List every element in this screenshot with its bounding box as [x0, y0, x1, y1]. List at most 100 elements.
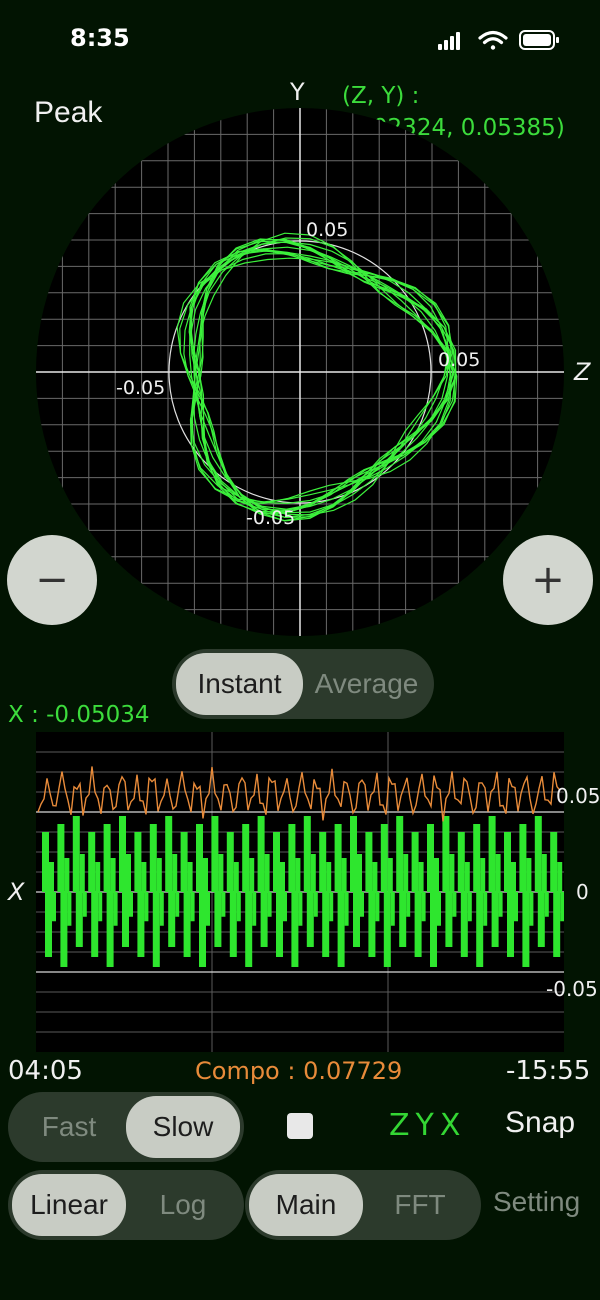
waveform-bar [60, 892, 68, 967]
waveform-bar [175, 892, 180, 917]
log-option[interactable]: Log [126, 1174, 240, 1236]
waveform-bar [414, 892, 422, 957]
waveform-bar [64, 858, 70, 892]
average-option[interactable]: Average [303, 653, 430, 715]
waveform-bar [319, 832, 327, 892]
compo-readout: Compo : 0.07729 [195, 1057, 403, 1085]
waveform-bar [156, 858, 162, 892]
waveform-bar [557, 862, 563, 892]
waveform-bar [172, 854, 178, 892]
waveform-bar [457, 832, 465, 892]
waveform-bar [390, 892, 395, 926]
waveform-bar [464, 862, 470, 892]
waveform-bar [291, 892, 299, 967]
status-time: 8:35 [70, 24, 130, 52]
waveform-bar [298, 892, 303, 926]
waveform-bar [514, 892, 518, 922]
main-option[interactable]: Main [249, 1174, 363, 1236]
waveform-bar [88, 832, 96, 892]
waveform-bar [504, 832, 511, 892]
waveform-bar [137, 892, 145, 957]
waveform-bar [357, 854, 362, 892]
y-axis-label: Y [290, 78, 305, 106]
wave-tick-neg: -0.05 [546, 977, 598, 1001]
fast-option[interactable]: Fast [12, 1096, 126, 1158]
axis-order-button[interactable]: ZYX [389, 1108, 466, 1143]
waveform-bar [467, 892, 472, 922]
waveform-bar [334, 824, 342, 892]
waveform-bar [498, 892, 503, 917]
waveform-bar [183, 892, 191, 957]
waveform-bar [206, 892, 210, 926]
waveform-bar [42, 832, 49, 892]
waveform-bar [242, 824, 250, 892]
setting-button[interactable]: Setting [493, 1186, 580, 1218]
stop-button[interactable] [287, 1113, 313, 1139]
zoom-in-button[interactable]: + [503, 535, 593, 625]
waveform-bar [187, 862, 193, 892]
waveform-bar [403, 854, 409, 892]
waveform-bar [434, 858, 439, 892]
waveform-bar [442, 816, 450, 892]
waveform-bar [199, 892, 206, 967]
waveform-bar [264, 854, 270, 892]
waveform-bar [507, 892, 514, 957]
waveform-bar [329, 892, 334, 922]
waveform-bar [134, 832, 142, 892]
view-segmented-control: Main FFT [245, 1170, 481, 1240]
waveform-bar [110, 858, 116, 892]
waveform-bar [152, 892, 160, 967]
waveform-bar [218, 854, 224, 892]
waveform-plot[interactable] [36, 732, 564, 1052]
waveform-bar [252, 892, 257, 926]
waveform-bar [534, 816, 542, 892]
linear-option[interactable]: Linear [12, 1174, 126, 1236]
waveform-bar [221, 892, 226, 917]
wave-tick-pos: 0.05 [556, 784, 600, 808]
waveform-bar [122, 892, 129, 947]
zoom-out-button[interactable]: − [7, 535, 97, 625]
tick-pos-y: 0.05 [306, 219, 348, 241]
waveform-bar [67, 892, 72, 926]
waveform-bar [365, 832, 373, 892]
cellular-icon [438, 32, 460, 50]
waveform-bar [98, 892, 103, 922]
waveform-bar [473, 824, 481, 892]
waveform-bar [203, 858, 208, 892]
waveform-bar [421, 892, 426, 922]
waveform-bar [387, 858, 393, 892]
waveform-bar [322, 892, 330, 957]
instant-option[interactable]: Instant [176, 653, 303, 715]
waveform-bar [129, 892, 133, 917]
battery-icon [519, 30, 559, 50]
polar-plot[interactable]: 0.05 0.05 -0.05 -0.05 [36, 108, 564, 636]
waveform-bar [49, 862, 54, 892]
fft-option[interactable]: FFT [363, 1174, 477, 1236]
waveform-bar [476, 892, 484, 967]
waveform-bar [372, 862, 378, 892]
waveform-bar [313, 892, 318, 917]
waveform-bar [245, 892, 253, 967]
slow-option[interactable]: Slow [126, 1096, 240, 1158]
waveform-bar [180, 832, 188, 892]
waveform-bar [326, 862, 332, 892]
waveform-bar [427, 824, 434, 892]
waveform-bar [360, 892, 364, 917]
waveform-bar [267, 892, 272, 917]
waveform-bar [226, 832, 234, 892]
x-channel-label: X [8, 878, 25, 906]
waveform-bar [233, 862, 239, 892]
waveform-bar [288, 824, 296, 892]
waveform-bar [406, 892, 411, 917]
waveform-bar [249, 858, 255, 892]
waveform-bar [310, 854, 316, 892]
waveform-bar [280, 862, 285, 892]
waveform-bar [103, 824, 111, 892]
snap-button[interactable]: Snap [505, 1106, 575, 1140]
waveform-bar [519, 824, 527, 892]
tick-neg-y: -0.05 [246, 507, 295, 529]
waveform-bar [544, 892, 549, 917]
waveform-bar [537, 892, 545, 947]
waveform-bar [236, 892, 241, 922]
waveform-bar [190, 892, 195, 922]
